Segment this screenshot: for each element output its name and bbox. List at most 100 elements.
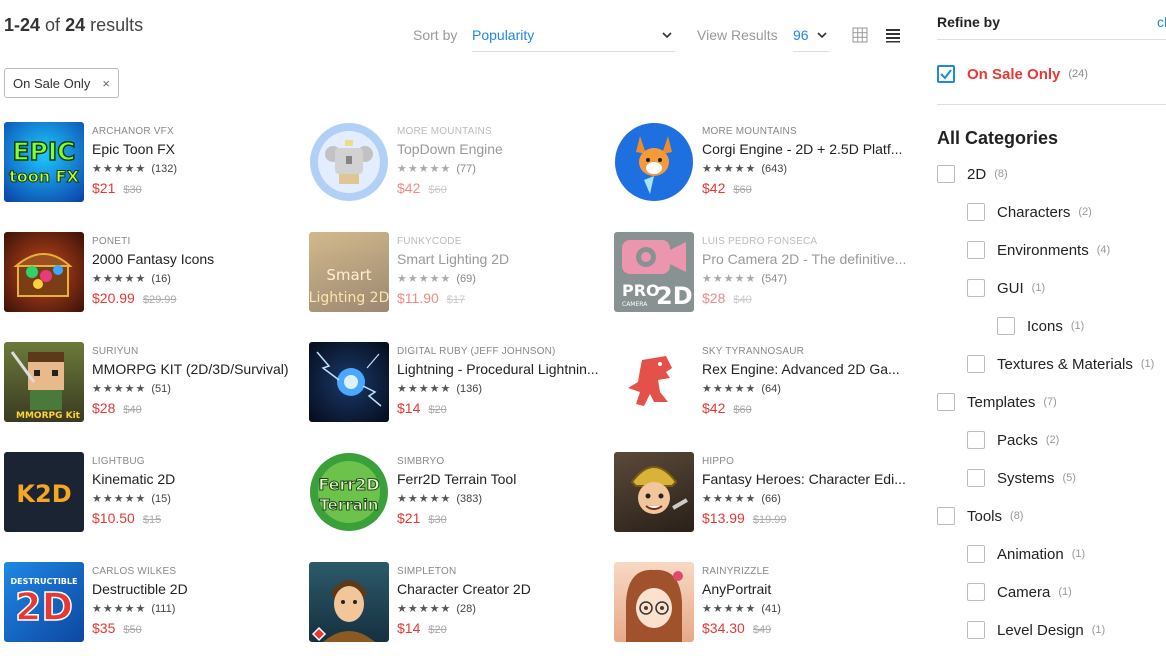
product-thumbnail[interactable]: [4, 232, 84, 312]
product-card[interactable]: MORE MOUNTAINS Corgi Engine - 2D + 2.5D …: [614, 122, 914, 202]
grid-view-icon[interactable]: [852, 27, 868, 43]
product-thumbnail[interactable]: Smart Lighting 2D: [309, 232, 389, 312]
product-card[interactable]: K2D LIGHTBUG Kinematic 2D ★★★★★ (15) $10.…: [4, 452, 304, 532]
product-publisher[interactable]: SIMBRYO: [397, 456, 607, 467]
product-price: $13.99 $19.99: [702, 510, 912, 526]
product-card[interactable]: EPIC toon FX ARCHANOR VFX Epic Toon FX ★…: [4, 122, 304, 202]
product-card[interactable]: Ferr2D Terrain SIMBRYO Ferr2D Terrain To…: [309, 452, 609, 532]
product-card[interactable]: HIPPO Fantasy Heroes: Character Edi... ★…: [614, 452, 914, 532]
product-publisher[interactable]: LIGHTBUG: [92, 456, 302, 467]
checkbox[interactable]: [967, 583, 985, 601]
category-item-level-design[interactable]: Level Design (1): [967, 620, 1105, 640]
checkbox[interactable]: [937, 507, 955, 525]
on-sale-filter[interactable]: On Sale Only (24): [937, 63, 1088, 85]
checkbox[interactable]: [967, 355, 985, 373]
product-title[interactable]: 2000 Fantasy Icons: [92, 251, 302, 267]
view-results-select[interactable]: 96: [793, 22, 829, 52]
product-publisher[interactable]: SURIYUN: [92, 346, 302, 357]
category-item-environments[interactable]: Environments (4): [967, 240, 1110, 260]
product-card[interactable]: DIGITAL RUBY (JEFF JOHNSON) Lightning - …: [309, 342, 609, 422]
category-item-characters[interactable]: Characters (2): [967, 202, 1092, 222]
product-publisher[interactable]: ARCHANOR VFX: [92, 126, 302, 137]
product-publisher[interactable]: DIGITAL RUBY (JEFF JOHNSON): [397, 346, 607, 357]
product-thumbnail[interactable]: MMORPG Kit: [4, 342, 84, 422]
sale-price: $42: [397, 180, 421, 196]
product-publisher[interactable]: RAINYRIZZLE: [702, 566, 912, 577]
category-item-textures-materials[interactable]: Textures & Materials (1): [967, 354, 1154, 374]
product-publisher[interactable]: MORE MOUNTAINS: [397, 126, 607, 137]
category-item-camera[interactable]: Camera (1): [967, 582, 1072, 602]
product-thumbnail[interactable]: [309, 122, 389, 202]
product-publisher[interactable]: HIPPO: [702, 456, 912, 467]
product-card[interactable]: 2D DESTRUCTIBLE CARLOS WILKES Destructib…: [4, 562, 304, 642]
checkbox[interactable]: [967, 203, 985, 221]
product-title[interactable]: Epic Toon FX: [92, 141, 302, 157]
star-rating-icon: ★★★★★: [92, 493, 147, 505]
product-thumbnail[interactable]: [614, 562, 694, 642]
product-publisher[interactable]: MORE MOUNTAINS: [702, 126, 912, 137]
checkbox[interactable]: [967, 279, 985, 297]
product-card[interactable]: SKY TYRANNOSAUR Rex Engine: Advanced 2D …: [614, 342, 914, 422]
product-thumbnail[interactable]: [309, 562, 389, 642]
product-card[interactable]: RAINYRIZZLE AnyPortrait ★★★★★ (41) $34.30…: [614, 562, 914, 642]
product-card[interactable]: MMORPG Kit SURIYUN MMORPG KIT (2D/3D/Sur…: [4, 342, 304, 422]
product-publisher[interactable]: CARLOS WILKES: [92, 566, 302, 577]
product-thumbnail[interactable]: 2D DESTRUCTIBLE: [4, 562, 84, 642]
product-title[interactable]: Rex Engine: Advanced 2D Ga...: [702, 361, 912, 377]
active-filter-chip[interactable]: On Sale Only ×: [4, 68, 119, 98]
product-title[interactable]: Pro Camera 2D - The definitive...: [702, 251, 912, 267]
checkbox[interactable]: [967, 241, 985, 259]
product-title[interactable]: MMORPG KIT (2D/3D/Survival): [92, 361, 302, 377]
product-card[interactable]: MORE MOUNTAINS TopDown Engine ★★★★★ (77) …: [309, 122, 609, 202]
product-title[interactable]: Fantasy Heroes: Character Edi...: [702, 471, 912, 487]
category-item-packs[interactable]: Packs (2): [967, 430, 1059, 450]
product-publisher[interactable]: SIMPLETON: [397, 566, 607, 577]
product-thumbnail[interactable]: K2D: [4, 452, 84, 532]
category-item-tools[interactable]: Tools (8): [937, 506, 1023, 526]
product-title[interactable]: Ferr2D Terrain Tool: [397, 471, 607, 487]
product-thumbnail[interactable]: [309, 342, 389, 422]
product-card[interactable]: SIMPLETON Character Creator 2D ★★★★★ (28)…: [309, 562, 609, 642]
product-card[interactable]: PONETI 2000 Fantasy Icons ★★★★★ (16) $20.…: [4, 232, 304, 312]
category-item-2d[interactable]: 2D (8): [937, 164, 1008, 184]
list-view-icon[interactable]: [885, 27, 901, 43]
category-item-animation[interactable]: Animation (1): [967, 544, 1085, 564]
product-title[interactable]: Destructible 2D: [92, 581, 302, 597]
product-thumbnail[interactable]: Ferr2D Terrain: [309, 452, 389, 532]
koala-mascot-image: [310, 123, 388, 201]
product-publisher[interactable]: PONETI: [92, 236, 302, 247]
product-thumbnail[interactable]: PRO 2D CAMERA: [614, 232, 694, 312]
logo-text: MMORPG Kit: [16, 411, 81, 421]
category-item-icons[interactable]: Icons (1): [997, 316, 1084, 336]
product-thumbnail[interactable]: [614, 452, 694, 532]
product-thumbnail[interactable]: EPIC toon FX: [4, 122, 84, 202]
checkbox[interactable]: [967, 545, 985, 563]
product-title[interactable]: Kinematic 2D: [92, 471, 302, 487]
product-publisher[interactable]: FUNKYCODE: [397, 236, 607, 247]
close-icon[interactable]: ×: [102, 76, 110, 91]
category-item-systems[interactable]: Systems (5): [967, 468, 1076, 488]
product-publisher[interactable]: LUÍS PEDRO FONSECA: [702, 236, 912, 247]
checkbox[interactable]: [937, 393, 955, 411]
checkbox[interactable]: [967, 469, 985, 487]
product-thumbnail[interactable]: [614, 342, 694, 422]
product-card[interactable]: PRO 2D CAMERA LUÍS PEDRO FONSECA Pro Cam…: [614, 232, 914, 312]
sort-select[interactable]: Popularity: [472, 22, 675, 52]
checkbox[interactable]: [937, 165, 955, 183]
product-title[interactable]: Smart Lighting 2D: [397, 251, 607, 267]
checkbox[interactable]: [967, 431, 985, 449]
checkbox[interactable]: [967, 621, 985, 639]
category-item-templates[interactable]: Templates (7): [937, 392, 1057, 412]
product-publisher[interactable]: SKY TYRANNOSAUR: [702, 346, 912, 357]
product-title[interactable]: TopDown Engine: [397, 141, 607, 157]
checkbox-checked[interactable]: [937, 65, 955, 83]
product-title[interactable]: Corgi Engine - 2D + 2.5D Platf...: [702, 141, 912, 157]
product-title[interactable]: Lightning - Procedural Lightnin...: [397, 361, 607, 377]
product-card[interactable]: Smart Lighting 2D FUNKYCODE Smart Lighti…: [309, 232, 609, 312]
checkbox[interactable]: [997, 317, 1015, 335]
clear-filters-link[interactable]: cl: [1157, 14, 1166, 30]
product-title[interactable]: AnyPortrait: [702, 581, 912, 597]
product-title[interactable]: Character Creator 2D: [397, 581, 607, 597]
category-item-gui[interactable]: GUI (1): [967, 278, 1045, 298]
product-thumbnail[interactable]: [614, 122, 694, 202]
